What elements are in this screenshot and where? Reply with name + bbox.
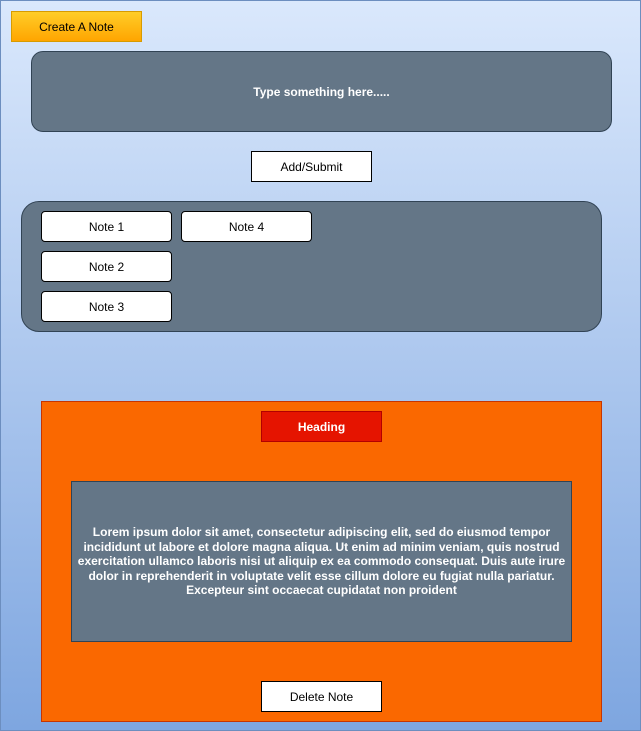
note-item[interactable]: Note 4: [181, 211, 312, 242]
app-canvas: Create A Note Type something here..... A…: [0, 0, 641, 731]
note-item[interactable]: Note 3: [41, 291, 172, 322]
note-body: Lorem ipsum dolor sit amet, consectetur …: [71, 481, 572, 642]
note-item[interactable]: Note 2: [41, 251, 172, 282]
note-item[interactable]: Note 1: [41, 211, 172, 242]
create-note-button[interactable]: Create A Note: [11, 11, 142, 42]
delete-note-button[interactable]: Delete Note: [261, 681, 382, 712]
note-heading: Heading: [261, 411, 382, 442]
add-submit-button[interactable]: Add/Submit: [251, 151, 372, 182]
note-text-input[interactable]: Type something here.....: [31, 51, 612, 132]
